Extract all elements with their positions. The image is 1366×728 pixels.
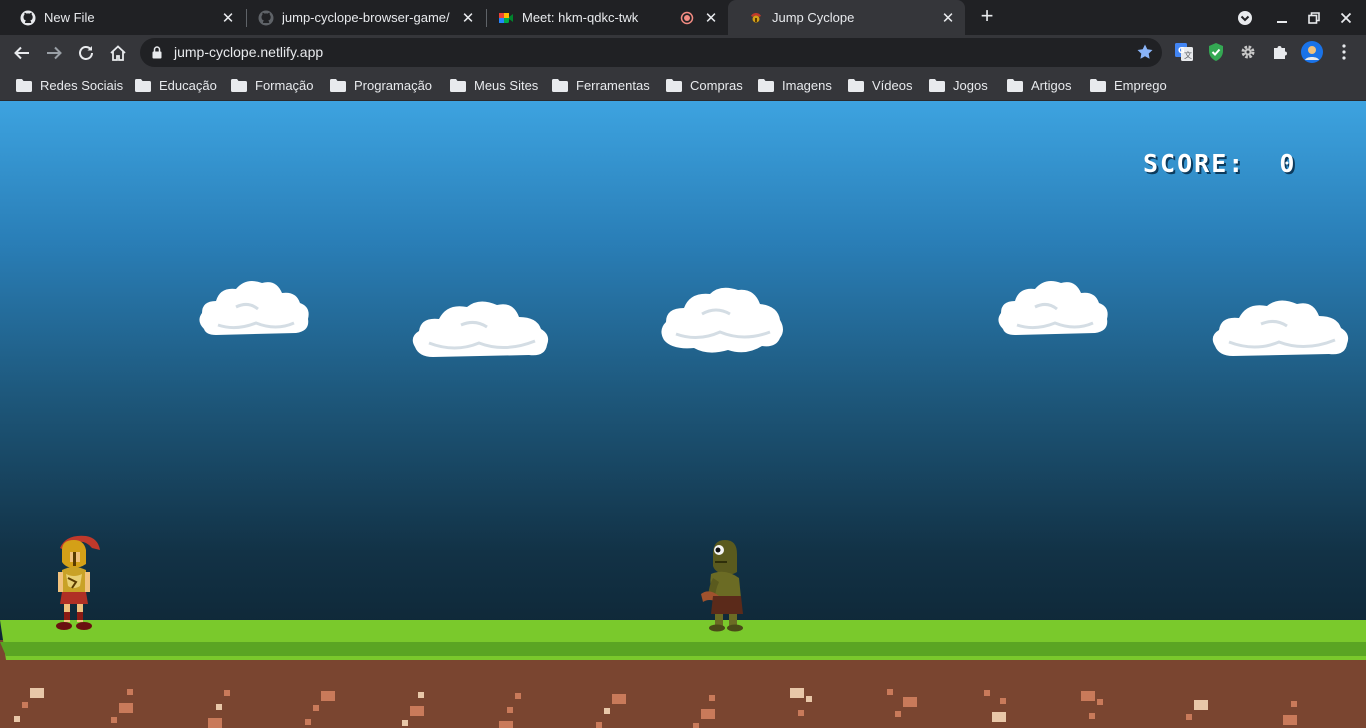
- tab-new-file[interactable]: New File ✕: [0, 0, 245, 35]
- url-text: jump-cyclope.netlify.app: [174, 44, 324, 60]
- bookmark-folder-ferramentas[interactable]: Ferramentas: [552, 76, 650, 95]
- bookmark-folder-redes-sociais[interactable]: Redes Sociais: [16, 76, 123, 95]
- bookmark-folder-meus-sites[interactable]: Meus Sites: [450, 76, 538, 95]
- bookmarks-bar: Redes Sociais Educação Formação Programação…: [0, 70, 1366, 101]
- bookmark-label: Programação: [354, 78, 433, 93]
- folder-icon: [16, 79, 32, 92]
- forward-button[interactable]: [40, 39, 68, 67]
- google-translate-icon[interactable]: G文: [1173, 41, 1195, 63]
- bookmark-folder-artigos[interactable]: Artigos: [1007, 76, 1071, 95]
- folder-icon: [666, 79, 682, 92]
- bookmark-label: Artigos: [1031, 78, 1072, 93]
- bookmark-folder-imagens[interactable]: Imagens: [758, 76, 832, 95]
- bookmark-label: Formação: [255, 78, 314, 93]
- forward-arrow-icon: [47, 46, 62, 60]
- folder-icon: [1090, 79, 1106, 92]
- bookmark-label: Imagens: [782, 78, 832, 93]
- address-bar[interactable]: jump-cyclope.netlify.app: [140, 38, 1162, 67]
- bookmark-folder-jogos[interactable]: Jogos: [929, 76, 988, 95]
- spartan-helmet-icon: [751, 12, 761, 22]
- bookmark-label: Educação: [159, 78, 217, 93]
- google-meet-icon: [499, 12, 513, 23]
- tab-github-repo[interactable]: jump-cyclope-browser-game/ ✕: [238, 0, 485, 35]
- restore-icon[interactable]: [1298, 0, 1330, 35]
- svg-text:文: 文: [1184, 50, 1192, 60]
- folder-icon: [1007, 79, 1023, 92]
- tab-strip: New File ✕ jump-cyclope-browser-game/ ✕ …: [0, 0, 1366, 35]
- home-button[interactable]: [104, 39, 132, 67]
- bookmark-label: Jogos: [953, 78, 988, 93]
- back-arrow-icon: [14, 46, 29, 60]
- home-icon: [110, 45, 126, 61]
- browser-toolbar: jump-cyclope.netlify.app G文: [0, 35, 1366, 70]
- bookmark-label: Ferramentas: [576, 78, 650, 93]
- spartan-player: [56, 535, 100, 630]
- bookmark-label: Compras: [690, 78, 743, 93]
- extensions-puzzle-icon[interactable]: [1269, 41, 1291, 63]
- bookmark-folder-compras[interactable]: Compras: [666, 76, 743, 95]
- cloud: [661, 287, 783, 353]
- tab-title: Jump Cyclope: [772, 10, 855, 25]
- folder-icon: [231, 79, 247, 92]
- score-value: 0: [1279, 149, 1297, 178]
- folder-icon: [330, 79, 346, 92]
- close-tab-icon[interactable]: ✕: [702, 9, 720, 27]
- game-canvas[interactable]: SCORE: 0: [0, 101, 1366, 728]
- bookmark-folder-programacao[interactable]: Programação: [330, 76, 432, 95]
- score-label: SCORE:: [1143, 149, 1246, 178]
- cloud: [412, 301, 549, 357]
- lock-icon: [152, 46, 162, 59]
- tab-title: New File: [44, 10, 95, 25]
- folder-icon: [450, 79, 466, 92]
- folder-icon: [758, 79, 774, 92]
- github-icon: [258, 10, 274, 25]
- minimize-icon[interactable]: [1266, 0, 1298, 35]
- close-tab-icon[interactable]: ✕: [459, 9, 477, 27]
- reload-button[interactable]: [72, 39, 100, 67]
- grass-ground: [0, 620, 1366, 728]
- bookmark-folder-educacao[interactable]: Educação: [135, 76, 217, 95]
- tab-jump-cyclope[interactable]: Jump Cyclope ✕: [728, 0, 965, 35]
- profile-avatar[interactable]: [1301, 41, 1323, 63]
- folder-icon: [929, 79, 945, 92]
- bookmark-folder-videos[interactable]: Vídeos: [848, 76, 912, 95]
- folder-icon: [848, 79, 864, 92]
- browser-menu-icon[interactable]: [1333, 41, 1355, 63]
- bookmark-label: Meus Sites: [474, 78, 539, 93]
- cloud: [199, 281, 309, 335]
- new-tab-button[interactable]: +: [976, 5, 998, 28]
- cloud: [998, 281, 1108, 335]
- cyclops-enemy: [701, 540, 743, 632]
- score-display: SCORE: 0: [1143, 149, 1296, 178]
- bookmark-label: Emprego: [1114, 78, 1167, 93]
- cloud: [1212, 300, 1349, 356]
- folder-icon: [552, 79, 568, 92]
- tab-search-icon[interactable]: [1229, 0, 1261, 35]
- folder-icon: [135, 79, 151, 92]
- reload-icon: [79, 46, 93, 60]
- github-icon: [20, 10, 36, 25]
- close-window-icon[interactable]: [1330, 0, 1362, 35]
- bookmark-star-icon[interactable]: [1136, 43, 1154, 61]
- close-tab-icon[interactable]: ✕: [219, 9, 237, 27]
- bookmark-label: Redes Sociais: [40, 78, 124, 93]
- bookmark-folder-formacao[interactable]: Formação: [231, 76, 314, 95]
- bookmark-label: Vídeos: [872, 78, 913, 93]
- recording-indicator-icon: [680, 11, 694, 24]
- tab-google-meet[interactable]: Meet: hkm-qdkc-twk ✕: [478, 0, 728, 35]
- tab-title: jump-cyclope-browser-game/: [282, 10, 450, 25]
- tab-title: Meet: hkm-qdkc-twk: [522, 10, 639, 25]
- close-tab-icon[interactable]: ✕: [939, 9, 957, 27]
- shield-extension-icon[interactable]: [1205, 41, 1227, 63]
- back-button[interactable]: [8, 39, 36, 67]
- bookmark-folder-emprego[interactable]: Emprego: [1090, 76, 1167, 95]
- gear-extension-icon[interactable]: [1237, 41, 1259, 63]
